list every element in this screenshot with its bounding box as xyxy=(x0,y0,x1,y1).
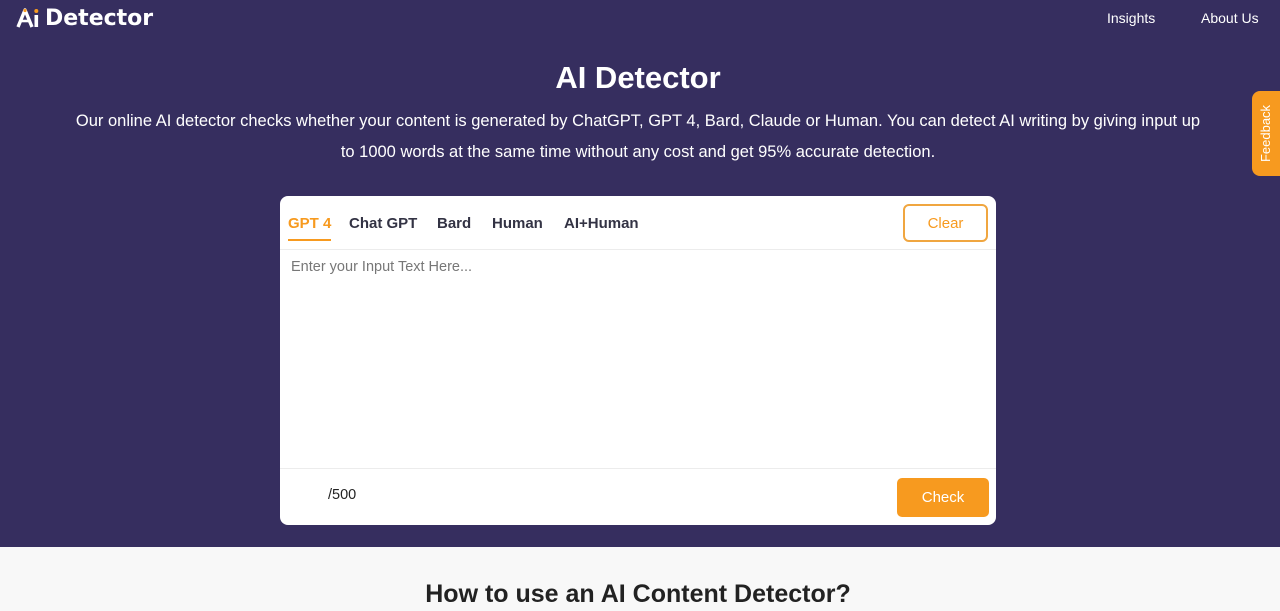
tab-bard[interactable]: Bard xyxy=(437,215,471,232)
logo-text: Detector xyxy=(45,5,154,31)
section-title: How to use an AI Content Detector? xyxy=(425,580,851,608)
model-tabs: GPT 4 Chat GPT Bard Human AI+Human Clear xyxy=(280,196,996,250)
card-footer: /500 Check xyxy=(280,468,996,525)
hero-description: Our online AI detector checks whether yo… xyxy=(75,112,1201,161)
tab-chat-gpt[interactable]: Chat GPT xyxy=(349,215,417,232)
tab-gpt-4[interactable]: GPT 4 xyxy=(288,215,332,241)
page-title: AI Detector xyxy=(555,60,721,95)
feedback-tab[interactable]: Feedback xyxy=(1252,91,1280,176)
detector-card: GPT 4 Chat GPT Bard Human AI+Human Clear… xyxy=(280,196,996,525)
ai-logo-icon xyxy=(16,7,42,29)
tab-human[interactable]: Human xyxy=(492,215,543,232)
nav-insights-link[interactable]: Insights xyxy=(1107,10,1155,26)
tab-ai-human[interactable]: AI+Human xyxy=(564,215,639,232)
clear-button[interactable]: Clear xyxy=(903,204,988,242)
feedback-label: Feedback xyxy=(1258,104,1274,163)
text-input[interactable] xyxy=(280,251,996,469)
nav-about-us-link[interactable]: About Us xyxy=(1201,10,1259,26)
hero-section: Detector Insights About Us AI Detector O… xyxy=(0,0,1280,547)
check-button[interactable]: Check xyxy=(897,478,989,517)
logo[interactable]: Detector xyxy=(16,4,153,32)
word-count: /500 xyxy=(328,487,357,503)
